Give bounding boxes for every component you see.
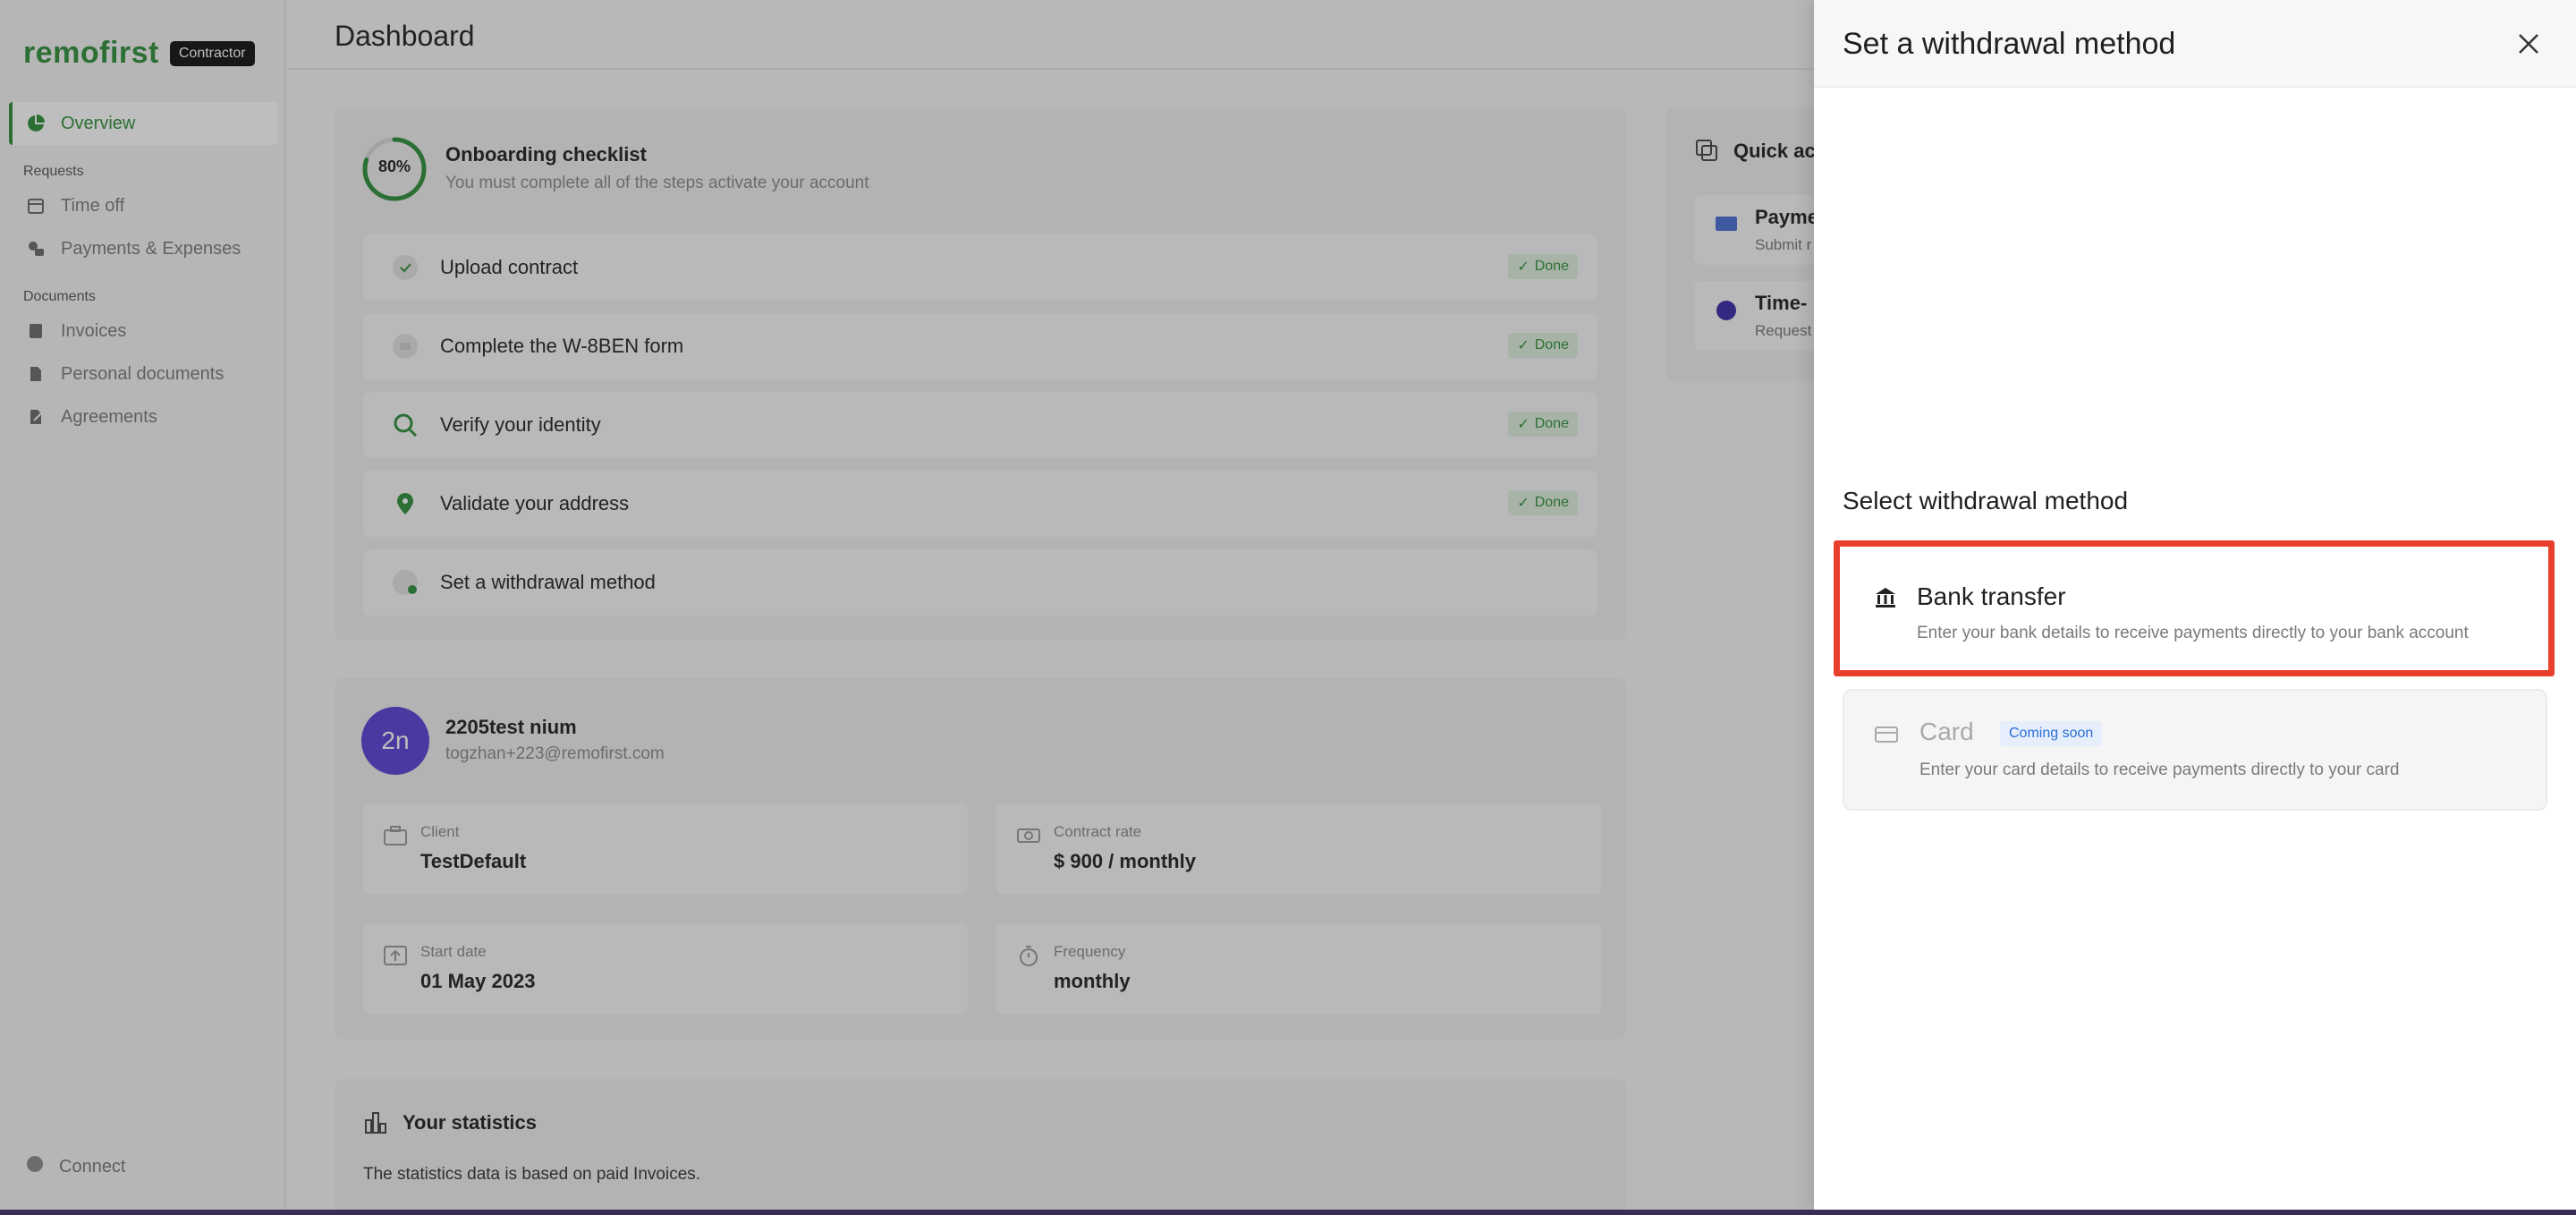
modal-backdrop[interactable] [0, 0, 1814, 1215]
withdrawal-method-drawer: Set a withdrawal method Select withdrawa… [1814, 0, 2576, 1210]
close-button[interactable] [2512, 27, 2546, 61]
bottom-strip [0, 1210, 2576, 1215]
card-title: Card [1919, 718, 1974, 745]
section-title: Select withdrawal method [1843, 487, 2129, 514]
credit-card-icon [1873, 721, 1900, 748]
bank-transfer-option[interactable]: Bank transfer Enter your bank details to… [1834, 540, 2555, 676]
card-description: Enter your card details to receive payme… [1919, 760, 2400, 779]
bank-icon [1872, 584, 1899, 611]
drawer-title: Set a withdrawal method [1843, 27, 2176, 61]
card-option: Card Coming soon Enter your card details… [1843, 689, 2547, 811]
app: remofirst Contractor Overview Requests T… [0, 0, 2576, 1215]
coming-soon-badge: Coming soon [2000, 721, 2103, 746]
drawer-header: Set a withdrawal method [1814, 0, 2576, 88]
close-icon [2519, 34, 2538, 54]
bank-transfer-title: Bank transfer [1917, 582, 2066, 610]
bank-transfer-description: Enter your bank details to receive payme… [1917, 624, 2469, 642]
